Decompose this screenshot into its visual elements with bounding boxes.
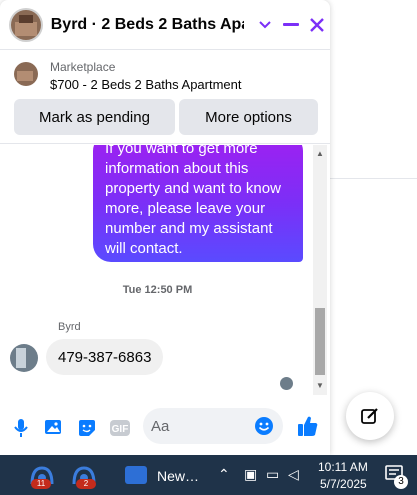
camera-icon[interactable]: ▣ [244,466,257,483]
marketplace-listing: Marketplace $700 - 2 Beds 2 Baths Apartm… [0,50,330,144]
chat-title[interactable]: Byrd · 2 Beds 2 Baths Apar… [51,16,244,34]
clock-time[interactable]: 10:11 AM [318,460,368,474]
show-hidden-icons-icon[interactable]: ⌃ [218,466,230,483]
photo-icon[interactable] [43,417,65,439]
listing-thumbnail[interactable] [14,62,38,86]
mark-as-pending-button[interactable]: Mark as pending [14,99,175,135]
chat-window: Byrd · 2 Beds 2 Baths Apar… Marketplace … [0,0,330,455]
chevron-down-icon[interactable] [252,12,278,38]
sender-avatar[interactable] [10,344,38,372]
emoji-icon[interactable] [254,416,274,436]
notification-count-badge: 3 [394,475,408,489]
marketplace-label: Marketplace [50,60,116,74]
taskbar-badge-2: 2 [76,479,96,489]
gif-label: GIF [112,424,129,435]
more-options-button[interactable]: More options [179,99,318,135]
minimize-icon[interactable] [278,12,304,38]
scrollbar-thumb[interactable] [315,308,325,375]
seen-indicator-avatar [280,377,293,390]
volume-muted-icon[interactable]: ◁ [288,466,299,483]
new-message-button[interactable] [346,392,394,440]
message-input-box[interactable] [143,408,283,444]
message-list: If you want to get more information abou… [0,145,330,395]
listing-title[interactable]: $700 - 2 Beds 2 Baths Apartment [50,77,242,92]
taskbar-badge-1: 11 [31,479,51,489]
compose-icon [361,408,378,424]
windows-taskbar: 11 2 New… ⌃ ▣ ▭ ◁ 10:11 AM 5/7/2025 3 [0,455,417,495]
news-widget-icon[interactable] [125,466,147,484]
message-composer: GIF [0,400,330,455]
clock-date[interactable]: 5/7/2025 [320,477,367,491]
news-widget-label[interactable]: New… [157,468,199,484]
contact-avatar[interactable] [9,7,43,42]
message-timestamp: Tue 12:50 PM [122,284,193,296]
message-input[interactable] [151,417,251,435]
scroll-up-arrow-icon[interactable]: ▲ [316,149,324,158]
incoming-message: 479-387-6863 [46,339,164,375]
microphone-icon[interactable] [10,417,32,439]
sticker-icon[interactable] [76,417,98,439]
background-divider [330,178,417,179]
scrollbar[interactable]: ▲ ▼ [313,145,327,395]
sender-name: Byrd [58,321,81,333]
network-icon[interactable]: ▭ [266,466,279,483]
gif-icon[interactable]: GIF [109,417,131,439]
background-page [330,0,417,455]
outgoing-message: If you want to get more information abou… [93,145,303,262]
scroll-down-arrow-icon[interactable]: ▼ [316,381,324,390]
thumbs-up-icon[interactable] [296,414,320,438]
chat-header[interactable]: Byrd · 2 Beds 2 Baths Apar… [0,0,330,50]
close-icon[interactable] [304,12,330,38]
